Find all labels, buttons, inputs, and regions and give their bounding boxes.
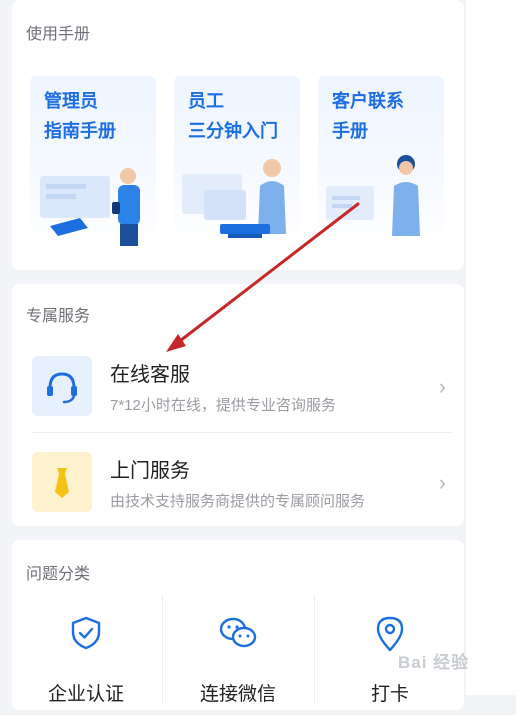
chevron-right-icon: › [438,374,446,399]
service-onsite[interactable]: 上门服务 由技术支持服务商提供的专属顾问服务 › [32,444,446,524]
section-title-manuals: 使用手册 [26,26,91,43]
section-title-services: 专属服务 [26,308,91,325]
row-divider [32,432,452,433]
manual-label: 客户联系 手册 [332,91,404,141]
shield-check-icon [71,616,101,650]
manual-label: 员工 三分钟入门 [188,91,278,141]
manual-admin-guide[interactable]: 管理员 指南手册 [30,76,156,246]
category-label: 企业认证 [47,684,124,705]
column-divider [314,595,315,705]
manual-employee-intro[interactable]: 员工 三分钟入门 [174,76,300,246]
chevron-right-icon: › [438,470,446,495]
service-description: 7*12小时在线，提供专业咨询服务 [110,397,336,414]
service-name: 在线客服 [110,364,190,386]
employee-illustration [182,159,286,238]
watermark: Bai 经验 [398,653,470,672]
services-card: 专属服务 在线客服 7*12小时在线，提供专业咨询服务 › 上门服务 由技术支持… [12,284,464,526]
section-title-categories: 问题分类 [26,566,91,583]
service-name: 上门服务 [110,460,190,482]
categories-card: 问题分类 企业认证 连接微信 打卡 [12,540,464,710]
category-label: 打卡 [370,684,409,705]
manuals-card: 使用手册 管理员 指南手册 员工 三分钟入门 客户联系 手册 [12,0,464,270]
category-connect-wechat[interactable]: 连接微信 [164,595,312,715]
column-divider [162,595,163,705]
service-online-support[interactable]: 在线客服 7*12小时在线，提供专业咨询服务 › [32,348,446,428]
tie-icon [32,452,92,512]
customer-illustration [326,155,420,236]
headset-icon [32,356,92,416]
wechat-icon [219,617,257,648]
manual-label: 管理员 指南手册 [44,91,116,141]
category-label: 连接微信 [199,684,276,705]
category-enterprise-verification[interactable]: 企业认证 [12,595,160,715]
right-margin [466,0,516,695]
manual-customer-contact[interactable]: 客户联系 手册 [318,76,444,246]
admin-illustration [40,168,140,246]
service-description: 由技术支持服务商提供的专属顾问服务 [110,493,366,510]
